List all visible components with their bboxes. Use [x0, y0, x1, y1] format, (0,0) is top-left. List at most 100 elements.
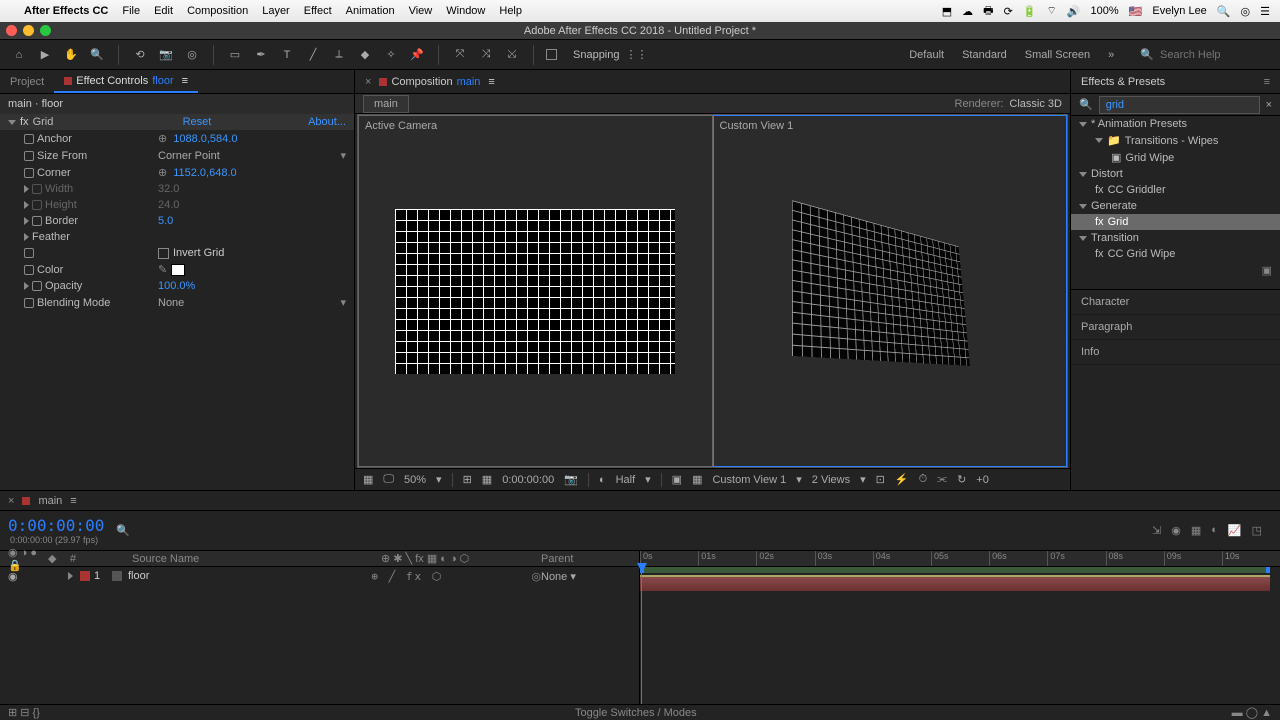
cloud-icon[interactable]: ☁︎ [962, 5, 973, 18]
roi-icon[interactable]: ▣ [672, 473, 682, 486]
magnification-icon[interactable]: ▦ [363, 473, 373, 486]
printer-icon[interactable]: 🖶 [983, 2, 993, 21]
layer-parent-dropdown[interactable]: None ▾ [541, 570, 631, 583]
type-tool-icon[interactable]: T [278, 46, 296, 64]
menu-composition[interactable]: Composition [187, 5, 248, 17]
current-timecode[interactable]: 0:00:00:00 [8, 516, 104, 535]
graph-editor-icon[interactable]: 📈 [1228, 524, 1242, 537]
workspace-default[interactable]: Default [909, 49, 944, 61]
snapshot-icon[interactable]: 📷 [564, 473, 578, 486]
param-anchor-value[interactable]: 1088.0,584.0 [173, 133, 237, 145]
minimize-window-button[interactable] [23, 25, 34, 36]
toggle-switches-modes[interactable]: Toggle Switches / Modes [575, 707, 697, 719]
tree-item[interactable]: Distort [1071, 166, 1280, 182]
menu-edit[interactable]: Edit [154, 5, 173, 17]
pen-tool-icon[interactable]: ✒ [252, 46, 270, 64]
menu-help[interactable]: Help [499, 5, 522, 17]
battery-icon[interactable]: 🔋 [1023, 5, 1037, 18]
effect-controls-tab[interactable]: Effect Controls floor ≡ [54, 71, 198, 93]
zoom-slider[interactable]: ▬ ◯ ▲ [1232, 706, 1272, 719]
tab-menu-icon[interactable]: ≡ [182, 75, 188, 87]
chevron-down-icon[interactable]: ▾ [860, 473, 866, 486]
display-icon[interactable]: 🖵 [383, 473, 394, 486]
col-index[interactable]: # [70, 553, 132, 565]
menu-view[interactable]: View [409, 5, 433, 17]
brainstorm-icon[interactable]: ◳ [1252, 524, 1262, 537]
col-switches[interactable]: ⊕ ✱ ╲ fx ▦ ◐ ◑ ⬡ [381, 552, 541, 565]
resolution-value[interactable]: Half [616, 474, 636, 486]
stopwatch-icon[interactable] [32, 184, 42, 194]
character-panel-button[interactable]: Character [1071, 290, 1280, 315]
zoom-tool-icon[interactable]: 🔍 [88, 46, 106, 64]
layer-duration-bar[interactable] [640, 575, 1270, 591]
frame-blend-icon[interactable]: ▦ [1191, 524, 1201, 537]
tree-item[interactable]: * Animation Presets [1071, 116, 1280, 132]
comp-subtab[interactable]: main [363, 95, 409, 113]
timeline-tab[interactable]: main [38, 495, 62, 507]
maximize-window-button[interactable] [40, 25, 51, 36]
time-ruler[interactable]: 0s 01s 02s 03s 04s 05s 06s 07s 08s 09s 1… [640, 551, 1280, 567]
grid-icon[interactable]: ▦ [482, 473, 492, 486]
timeline-icon[interactable]: ⏱ [919, 473, 928, 486]
effect-reset-link[interactable]: Reset [183, 116, 212, 128]
tab-menu-icon[interactable]: ≡ [70, 495, 76, 507]
eyedropper-icon[interactable]: ✎ [158, 263, 167, 276]
app-menu[interactable]: After Effects CC [24, 5, 108, 17]
close-icon[interactable]: × [365, 76, 371, 88]
safe-zones-icon[interactable]: ⊞ [463, 473, 472, 486]
stopwatch-icon[interactable] [24, 248, 34, 258]
draft3d-icon[interactable]: ◉ [1171, 524, 1181, 537]
panel-menu-icon[interactable]: ≡ [1264, 76, 1270, 88]
dropdown-icon[interactable]: ▾ [340, 149, 346, 162]
renderer-value[interactable]: Classic 3D [1009, 98, 1062, 110]
new-bin-icon[interactable]: ▣ [1071, 262, 1280, 279]
timeline-graph[interactable]: 0s 01s 02s 03s 04s 05s 06s 07s 08s 09s 1… [640, 551, 1280, 704]
tab-menu-icon[interactable]: ≡ [488, 76, 494, 88]
exposure-value[interactable]: +0 [976, 474, 989, 486]
search-help-input[interactable] [1160, 49, 1270, 61]
label-col-icon[interactable]: ◆ [48, 552, 70, 565]
menu-window[interactable]: Window [446, 5, 485, 17]
param-opacity-value[interactable]: 100.0% [158, 280, 195, 292]
timeline-search-icon[interactable]: 🔍 [116, 524, 130, 537]
flag-icon[interactable]: 🇺🇸 [1129, 5, 1143, 18]
home-tool-icon[interactable]: ⌂ [10, 46, 28, 64]
close-icon[interactable]: × [8, 495, 14, 507]
flowchart-icon[interactable]: ⫘ [937, 473, 947, 486]
chevron-down-icon[interactable]: ▾ [645, 473, 651, 486]
num-views[interactable]: 2 Views [812, 474, 850, 486]
color-swatch[interactable] [171, 264, 185, 276]
view-pane-right[interactable]: Custom View 1 [713, 115, 1068, 467]
param-border-value[interactable]: 5.0 [158, 215, 173, 227]
workspace-standard[interactable]: Standard [962, 49, 1007, 61]
chevron-down-icon[interactable]: ▾ [796, 473, 802, 486]
effect-grid-header[interactable]: fx Grid Reset About... [0, 114, 354, 130]
crosshair-icon[interactable]: ⊕ [158, 132, 167, 145]
param-blending-value[interactable]: None [158, 297, 184, 309]
channel-icon[interactable]: ◐ [599, 474, 606, 486]
stopwatch-icon[interactable] [24, 134, 34, 144]
selection-tool-icon[interactable]: ▶ [36, 46, 54, 64]
axis-view-icon[interactable]: ⤩ [503, 46, 521, 64]
param-sizefrom-value[interactable]: Corner Point [158, 150, 220, 162]
rectangle-tool-icon[interactable]: ▭ [226, 46, 244, 64]
user-name[interactable]: Evelyn Lee [1152, 5, 1206, 17]
axis-local-icon[interactable]: ⤧ [451, 46, 469, 64]
tree-item[interactable]: 📁 Transitions - Wipes [1071, 132, 1280, 149]
twirl-icon[interactable] [68, 572, 76, 580]
invert-grid-checkbox[interactable] [158, 248, 169, 259]
camera-tool-icon[interactable]: 📷 [157, 46, 175, 64]
stopwatch-icon[interactable] [32, 281, 42, 291]
project-tab[interactable]: Project [0, 72, 54, 92]
close-window-button[interactable] [6, 25, 17, 36]
workspace-small[interactable]: Small Screen [1025, 49, 1090, 61]
stopwatch-icon[interactable] [24, 168, 34, 178]
clear-search-icon[interactable]: × [1266, 99, 1272, 111]
menu-file[interactable]: File [122, 5, 140, 17]
view-pane-left[interactable]: Active Camera [358, 115, 713, 467]
composition-tab[interactable]: × Composition main ≡ [355, 72, 505, 92]
tree-item[interactable]: fx CC Griddler [1071, 182, 1280, 198]
tree-item[interactable]: fx CC Grid Wipe [1071, 246, 1280, 262]
stopwatch-icon[interactable] [24, 298, 34, 308]
stopwatch-icon[interactable] [24, 265, 34, 275]
